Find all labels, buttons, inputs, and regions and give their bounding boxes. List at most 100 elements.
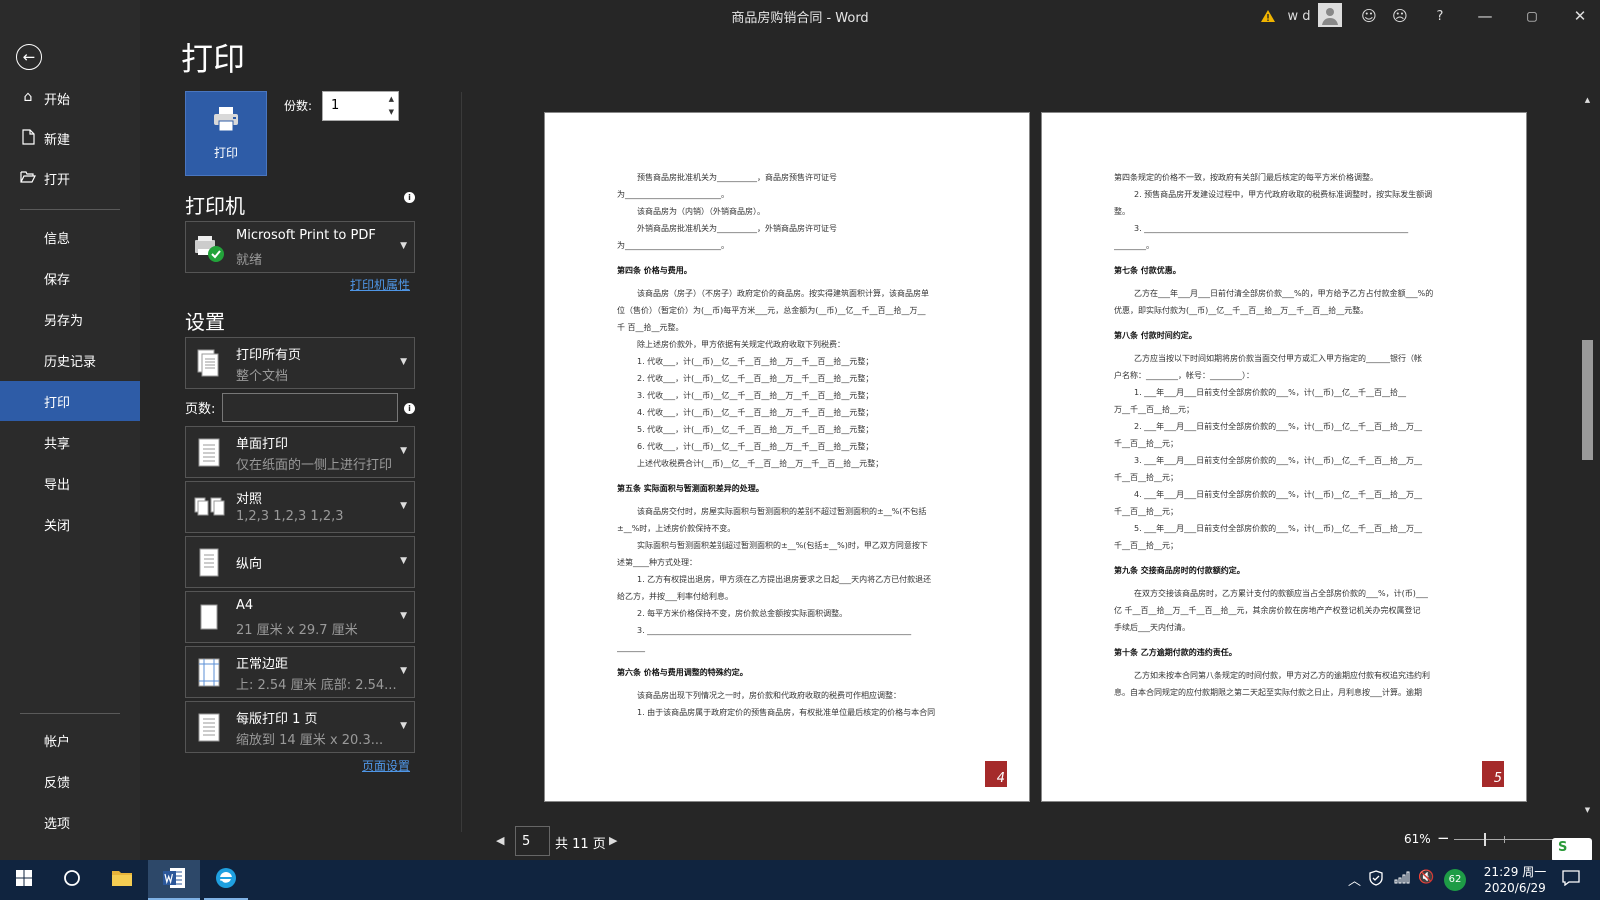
chevron-down-icon: ▼ [400, 666, 407, 676]
network-icon[interactable] [1394, 870, 1410, 888]
sidebar-item-options[interactable]: 选项 [0, 802, 140, 842]
sidebar-item-new[interactable]: 新建 [0, 118, 140, 158]
article-heading: 第八条 付款时间约定。 [1114, 331, 1197, 340]
smile-feedback-icon[interactable]: ☺ [1358, 4, 1380, 28]
battery-badge[interactable]: 62 [1444, 869, 1466, 891]
avatar[interactable] [1318, 3, 1342, 27]
security-shield-icon[interactable] [1369, 870, 1383, 890]
sidebar-item-print[interactable]: 打印 [0, 381, 140, 421]
minimize-button[interactable]: — [1470, 4, 1500, 28]
windows-logo-icon [16, 870, 32, 890]
zoom-out-button[interactable]: − [1437, 829, 1450, 847]
maximize-button[interactable]: ▢ [1517, 4, 1547, 28]
spin-up-icon[interactable]: ▲ [389, 95, 394, 103]
scroll-up-icon[interactable]: ▲ [1582, 96, 1593, 108]
pages-icon [194, 348, 224, 380]
page-text-line: 1. ___年___月___日前支付全部房价款的___%，计(__币)__亿__… [1134, 388, 1407, 397]
page-text-line: 2. 预售商品房开发建设过程中，甲方代政府收取的税费标准调整时，按实际发生额调 [1134, 190, 1433, 199]
sidebar-item-label: 反馈 [44, 775, 71, 791]
page-text-line: 2. 代收___，计(__币)__亿__千__百__拾__万__千__百__拾_… [637, 374, 874, 383]
setting-line1: 单面打印 [236, 437, 289, 452]
sidebar-item-open[interactable]: 打开 [0, 158, 140, 198]
back-arrow-icon[interactable]: ← [16, 44, 42, 70]
file-explorer-button[interactable] [96, 860, 148, 900]
sidebar-item-label: 历史记录 [44, 354, 97, 370]
spin-down-icon[interactable]: ▼ [389, 108, 394, 116]
settings-heading: 设置 [185, 310, 225, 334]
print-range-dropdown[interactable]: 打印所有页 整个文档 ▼ [185, 337, 415, 389]
user-name[interactable]: w d [1283, 4, 1315, 28]
article-heading: 第五条 实际面积与暂测面积差异的处理。 [617, 484, 764, 493]
word-taskbar-button[interactable] [148, 860, 200, 900]
page-setup-link[interactable]: 页面设置 [362, 757, 410, 774]
next-page-button[interactable]: ▶ [609, 834, 617, 847]
paper-size-dropdown[interactable]: A4 21 厘米 x 29.7 厘米 ▼ [185, 591, 415, 643]
sidebar-item-account[interactable]: 帐户 [0, 720, 140, 760]
printer-status: 就绪 [236, 253, 263, 268]
page-text-line: 千__百__拾__元； [1114, 507, 1178, 516]
copies-label: 份数: [284, 99, 313, 113]
page-text-line: 为________________________。 [617, 241, 729, 250]
printer-heading: 打印机 [185, 194, 245, 218]
margins-dropdown[interactable]: 正常边距 上: 2.54 厘米 底部: 2.54... ▼ [185, 646, 415, 698]
sidebar-item-export[interactable]: 导出 [0, 463, 140, 503]
sidebar-item-share[interactable]: 共享 [0, 422, 140, 462]
chevron-down-icon: ▼ [400, 721, 407, 731]
cortana-search-button[interactable] [48, 860, 96, 900]
article-heading: 第七条 付款优惠。 [1114, 266, 1181, 275]
frown-feedback-icon[interactable]: ☹ [1389, 4, 1411, 28]
sidebar-item-save[interactable]: 保存 [0, 258, 140, 298]
info-icon[interactable]: i [404, 403, 415, 414]
sidebar-item-label: 共享 [44, 436, 71, 452]
clock-time: 21:29 周一 [1483, 865, 1547, 879]
page-text: 预售商品房批准机关为__________，商品房预售许可证号 为_________… [617, 169, 957, 721]
warning-icon[interactable] [1258, 4, 1278, 28]
clock[interactable]: 21:29 周一 2020/6/29 [1478, 864, 1552, 896]
notification-center-icon[interactable] [1562, 870, 1580, 890]
article-heading: 第六条 价格与费用调整的特殊约定。 [617, 668, 748, 677]
printer-dropdown[interactable]: Microsoft Print to PDF 就绪 ▼ [185, 221, 415, 273]
sidebar-item-close[interactable]: 关闭 [0, 504, 140, 544]
portrait-icon [194, 547, 224, 579]
info-icon[interactable]: i [404, 192, 415, 203]
current-page-input[interactable]: 5 [515, 826, 550, 856]
ie-browser-button[interactable] [200, 860, 252, 900]
chevron-down-icon: ▼ [400, 501, 407, 511]
zoom-slider-thumb[interactable] [1484, 833, 1486, 846]
sidebar-item-feedback[interactable]: 反馈 [0, 761, 140, 801]
show-hidden-icons-chevron-icon[interactable]: ︿ [1348, 870, 1361, 889]
previous-page-button[interactable]: ◀ [496, 834, 504, 847]
pages-input[interactable] [222, 393, 398, 422]
sidebar-item-history[interactable]: 历史记录 [0, 340, 140, 380]
sogou-ime-icon[interactable]: S [1552, 838, 1592, 862]
setting-line1: 每版打印 1 页 [236, 712, 318, 727]
scroll-down-icon[interactable]: ▼ [1582, 806, 1593, 818]
copies-input[interactable]: 1 ▲ ▼ [322, 91, 399, 121]
page-text-line: 上述代收税费合计(__币)__亿__千__百__拾__万__千__百__拾__元… [637, 459, 884, 468]
close-button[interactable]: ✕ [1565, 4, 1595, 28]
article-heading: 第四条 价格与费用。 [617, 266, 692, 275]
zoom-slider[interactable] [1454, 839, 1564, 840]
orientation-dropdown[interactable]: 纵向 ▼ [185, 536, 415, 588]
collation-dropdown[interactable]: 对照 1,2,3 1,2,3 1,2,3 ▼ [185, 481, 415, 533]
printer-properties-link[interactable]: 打印机属性 [350, 276, 410, 293]
sidebar-item-label: 关闭 [44, 518, 71, 534]
setting-line1: 打印所有页 [236, 348, 302, 363]
pages-per-sheet-dropdown[interactable]: 每版打印 1 页 缩放到 14 厘米 x 20.3... ▼ [185, 701, 415, 753]
print-button[interactable]: 打印 [185, 91, 267, 176]
page-title: 打印 [181, 40, 246, 78]
start-button[interactable] [0, 860, 48, 900]
sides-dropdown[interactable]: 单面打印 仅在纸面的一侧上进行打印 ▼ [185, 426, 415, 478]
sidebar-item-home[interactable]: ⌂ 开始 [0, 78, 140, 118]
sidebar-item-info[interactable]: 信息 [0, 217, 140, 257]
scrollbar-thumb[interactable] [1582, 340, 1593, 460]
page-text-line: 为________________________。 [617, 190, 729, 199]
help-button[interactable]: ? [1430, 4, 1450, 28]
volume-muted-icon[interactable]: 🔇 [1418, 870, 1434, 885]
setting-line1: 正常边距 [236, 657, 289, 672]
sidebar-item-save-as[interactable]: 另存为 [0, 299, 140, 339]
chevron-down-icon: ▼ [400, 556, 407, 566]
one-sided-page-icon [194, 437, 224, 469]
page-text-line: 给乙方，并按___利率付给利息。 [617, 592, 733, 601]
zoom-level[interactable]: 61% [1404, 832, 1431, 846]
